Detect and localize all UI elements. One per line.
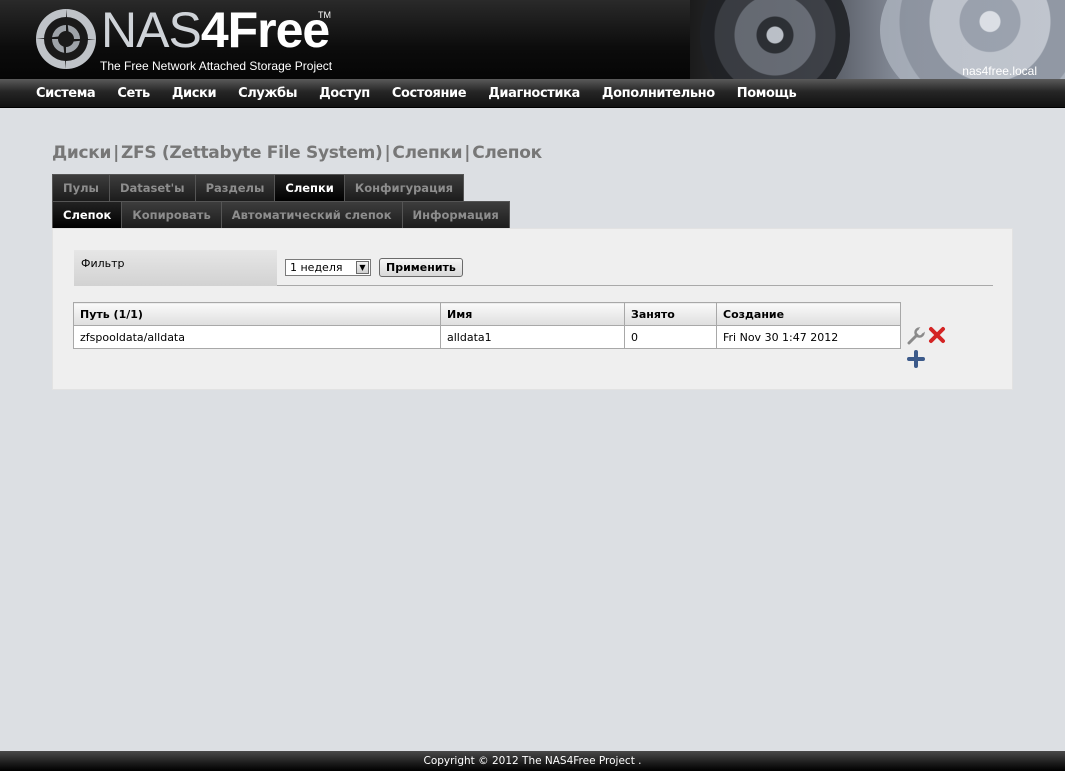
- column-header-created: Создание: [716, 302, 901, 326]
- tab-snapshot[interactable]: Слепок: [52, 201, 123, 228]
- filter-label: Фильтр: [74, 250, 277, 286]
- tab-volumes[interactable]: Разделы: [195, 174, 276, 201]
- cell-used: 0: [624, 325, 717, 349]
- nav-item-system[interactable]: Система: [25, 79, 106, 108]
- tab-datasets[interactable]: Dataset'ы: [109, 174, 196, 201]
- nav-item-diagnostics[interactable]: Диагностика: [477, 79, 591, 108]
- nav-item-status[interactable]: Состояние: [381, 79, 477, 108]
- footer-copyright: Copyright © 2012 The NAS4Free Project .: [423, 755, 642, 767]
- logo-wordmark: NAS4Free: [101, 2, 330, 58]
- apply-button[interactable]: Применить: [379, 258, 463, 277]
- cell-created: Fri Nov 30 1:47 2012: [716, 325, 901, 349]
- breadcrumb-snapshot[interactable]: Слепок: [472, 143, 542, 163]
- content-panel: Фильтр 1 неделя ▼ Применить Путь (1/1) И…: [52, 228, 1013, 390]
- tab-information[interactable]: Информация: [402, 201, 510, 228]
- logo-nas: NAS: [101, 2, 202, 58]
- primary-tabs: Пулы Dataset'ы Разделы Слепки Конфигурац…: [52, 174, 465, 201]
- table-header-row: Путь (1/1) Имя Занято Создание: [73, 302, 901, 326]
- header-banner: NAS4Free TM The Free Network Attached St…: [0, 0, 1065, 79]
- hostname-label: nas4free.local: [962, 64, 1037, 78]
- delete-x-icon[interactable]: [928, 326, 946, 344]
- secondary-tabs: Слепок Копировать Автоматический слепок …: [52, 201, 510, 228]
- logo-tagline: The Free Network Attached Storage Projec…: [100, 59, 333, 73]
- nav-item-advanced[interactable]: Дополнительно: [591, 79, 726, 108]
- cell-path: zfspooldata/alldata: [73, 325, 441, 349]
- column-header-used: Занято: [624, 302, 717, 326]
- chevron-down-icon[interactable]: ▼: [356, 261, 369, 274]
- row-actions: [905, 325, 949, 369]
- tab-auto-snapshot[interactable]: Автоматический слепок: [221, 201, 403, 228]
- breadcrumb-zfs[interactable]: ZFS (Zettabyte File System): [121, 143, 383, 163]
- tab-snapshots[interactable]: Слепки: [275, 174, 345, 201]
- footer: Copyright © 2012 The NAS4Free Project .: [0, 751, 1065, 771]
- tab-configuration[interactable]: Конфигурация: [344, 174, 465, 201]
- nav-item-help[interactable]: Помощь: [726, 79, 808, 108]
- wrench-icon[interactable]: [906, 327, 926, 345]
- cell-name: alldata1: [440, 325, 625, 349]
- nav-item-disks[interactable]: Диски: [161, 79, 227, 108]
- logo-trademark: TM: [318, 10, 331, 20]
- breadcrumb: Диски | ZFS (Zettabyte File System) | Слепки…: [52, 143, 542, 163]
- breadcrumb-separator: |: [384, 143, 391, 163]
- column-header-name: Имя: [440, 302, 625, 326]
- column-header-path: Путь (1/1): [73, 302, 441, 326]
- filter-selected-value: 1 неделя: [290, 261, 343, 274]
- snapshot-table: Путь (1/1) Имя Занято Создание zfspoolda…: [73, 302, 901, 349]
- breadcrumb-separator: |: [464, 143, 471, 163]
- logo-4free: 4Free: [200, 2, 330, 58]
- nav-item-services[interactable]: Службы: [227, 79, 308, 108]
- table-row: zfspooldata/alldata alldata1 0 Fri Nov 3…: [73, 325, 901, 349]
- add-plus-icon[interactable]: [907, 350, 925, 368]
- breadcrumb-separator: |: [113, 143, 120, 163]
- hard-disk-image: [700, 0, 850, 79]
- nav-item-network[interactable]: Сеть: [106, 79, 161, 108]
- breadcrumb-disks[interactable]: Диски: [52, 143, 111, 163]
- logo-icon: [36, 9, 96, 69]
- filter-period-select[interactable]: 1 неделя ▼: [285, 259, 371, 276]
- main-nav: Система Сеть Диски Службы Доступ Состоян…: [0, 79, 1065, 108]
- tab-clone[interactable]: Копировать: [122, 201, 222, 228]
- divider: [277, 285, 993, 286]
- tab-pools[interactable]: Пулы: [52, 174, 110, 201]
- nav-item-access[interactable]: Доступ: [308, 79, 381, 108]
- breadcrumb-snapshots[interactable]: Слепки: [392, 143, 462, 163]
